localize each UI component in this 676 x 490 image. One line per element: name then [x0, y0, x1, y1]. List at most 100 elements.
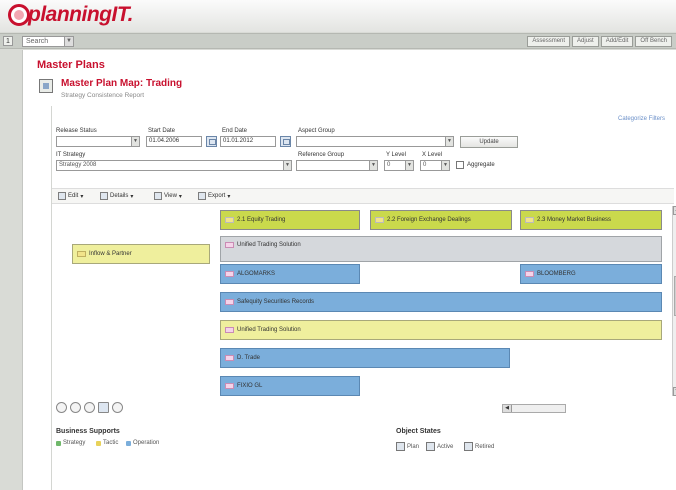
- legend-dot: [126, 440, 131, 446]
- column-money-market[interactable]: 2.3 Money Market Business: [520, 210, 662, 230]
- edit-menu[interactable]: Edit ▾: [58, 192, 83, 200]
- zoom-in-icon[interactable]: [56, 402, 67, 413]
- application-label: D. Trade: [237, 355, 261, 361]
- column-icon: [525, 217, 534, 223]
- aspect-group-label: Aspect Group: [298, 128, 335, 134]
- nav-search-select[interactable]: Search ▼: [22, 36, 74, 47]
- chevron-down-icon: ▼: [369, 161, 377, 170]
- x-level-value: 0: [423, 162, 427, 168]
- nav-link-adjust[interactable]: Adjust: [572, 36, 599, 47]
- business-supports-title: Business Supports: [56, 428, 120, 435]
- application-unified-trading-solution[interactable]: Unified Trading Solution: [220, 320, 662, 340]
- navigation-strip: 1 Search ▼ Assessment Adjust Add/Edit Of…: [0, 33, 676, 49]
- aspect-group-select[interactable]: ▼: [296, 136, 454, 147]
- chevron-down-icon: ▼: [445, 137, 453, 146]
- application-algomarks[interactable]: ALGOMARKS: [220, 264, 360, 284]
- y-level-value: 0: [387, 162, 391, 168]
- application-icon: [225, 271, 234, 277]
- x-level-select[interactable]: 0 ▼: [420, 160, 450, 171]
- nav-link-add-edit[interactable]: Add/Edit: [600, 36, 634, 47]
- report-subtitle: Strategy Consistence Report: [61, 92, 145, 99]
- aggregate-checkbox[interactable]: [456, 161, 464, 169]
- export-icon: [198, 192, 206, 200]
- map-zoom-tools: [56, 402, 123, 413]
- chevron-down-icon: ▼: [64, 37, 73, 46]
- app-header: planningIT.: [0, 0, 676, 32]
- application-label: Unified Trading Solution: [237, 242, 301, 248]
- application-label: Safequity Securities Records: [237, 299, 315, 305]
- map-toolbar: Edit ▾ Details ▾ View ▾ Export ▾: [52, 188, 674, 204]
- start-date-input[interactable]: 01.04.2006: [146, 136, 202, 147]
- view-label: View: [164, 193, 177, 199]
- chevron-down-icon: ▼: [131, 137, 139, 146]
- scroll-left-icon[interactable]: ◀: [503, 405, 512, 412]
- application-fixio-gl[interactable]: FIXIO GL: [220, 376, 360, 396]
- main-content: Master Plans Master Plan Map: Trading St…: [22, 50, 676, 490]
- calendar-icon[interactable]: [280, 136, 291, 147]
- legend-retired: Retired: [464, 442, 494, 451]
- nav-link-off-bench[interactable]: Off Bench: [635, 36, 672, 47]
- it-strategy-select[interactable]: Strategy 2008 ▼: [56, 160, 292, 171]
- application-label: ALGOMARKS: [237, 271, 276, 277]
- legend-dot: [96, 440, 101, 446]
- it-strategy-label: IT Strategy: [56, 152, 86, 158]
- report-panel: Categorize Filters Release Status ▼ Star…: [51, 106, 676, 490]
- plan-state-icon: [396, 442, 405, 451]
- page-title: Master Plans: [37, 59, 105, 71]
- reset-view-icon[interactable]: [112, 402, 123, 413]
- end-date-input[interactable]: 01.01.2012: [220, 136, 276, 147]
- details-menu[interactable]: Details ▾: [100, 192, 133, 200]
- legend-dot: [56, 440, 61, 446]
- view-icon: [154, 192, 162, 200]
- map-vertical-scrollbar[interactable]: ▲ ▼: [672, 206, 676, 396]
- app-logo: planningIT.: [28, 3, 133, 26]
- nav-link-assessment[interactable]: Assessment: [527, 36, 571, 47]
- export-label: Export: [208, 193, 226, 199]
- zoom-out-icon[interactable]: [70, 402, 81, 413]
- legend-label: Plan: [407, 443, 420, 450]
- application-icon: [525, 271, 534, 277]
- nav-number-button[interactable]: 1: [3, 36, 13, 46]
- unified-trading-solution-group[interactable]: Unified Trading Solution: [220, 236, 662, 262]
- chevron-down-icon: ▼: [441, 161, 449, 170]
- x-level-label: X Level: [422, 152, 443, 158]
- calendar-icon[interactable]: [206, 136, 217, 147]
- nav-links: Assessment Adjust Add/Edit Off Bench: [527, 36, 672, 47]
- legend-strategy: Strategy: [56, 440, 85, 446]
- application-bloomberg[interactable]: BLOOMBERG: [520, 264, 662, 284]
- application-d-trade[interactable]: D. Trade: [220, 348, 510, 368]
- start-date-label: Start Date: [148, 128, 176, 134]
- column-foreign-exchange[interactable]: 2.2 Foreign Exchange Dealings: [370, 210, 512, 230]
- legend-label: Strategy: [63, 440, 86, 446]
- map-horizontal-scrollbar[interactable]: ◀: [502, 404, 566, 413]
- chevron-down-icon: ▼: [405, 161, 413, 170]
- report-title: Master Plan Map: Trading: [61, 78, 183, 89]
- column-equity-trading[interactable]: 2.1 Equity Trading: [220, 210, 360, 230]
- row-inflow-partner[interactable]: Inflow & Partner: [72, 244, 210, 264]
- release-status-select[interactable]: ▼: [56, 136, 140, 147]
- application-icon: [225, 242, 234, 248]
- retired-state-icon: [464, 442, 473, 451]
- it-strategy-value: Strategy 2008: [59, 162, 97, 168]
- legend-tactic: Tactic: [96, 440, 118, 446]
- export-menu[interactable]: Export ▾: [198, 192, 230, 200]
- nav-search-select-value: Search: [26, 38, 49, 45]
- legend-label: Retired: [475, 443, 495, 450]
- active-state-icon: [426, 442, 435, 451]
- legend-operation: Operation: [126, 440, 159, 446]
- application-safequity[interactable]: Safequity Securities Records: [220, 292, 662, 312]
- update-button[interactable]: Update: [460, 136, 518, 148]
- application-icon: [225, 327, 234, 333]
- application-label: BLOOMBERG: [537, 271, 576, 277]
- legend-label: Operation: [133, 440, 160, 446]
- search-icon[interactable]: [84, 402, 95, 413]
- categorize-filters-link[interactable]: Categorize Filters: [618, 116, 665, 122]
- y-level-select[interactable]: 0 ▼: [384, 160, 414, 171]
- row-icon: [77, 251, 86, 257]
- column-label: 2.3 Money Market Business: [537, 217, 612, 223]
- report-toggle-icon[interactable]: [39, 79, 53, 93]
- reference-group-select[interactable]: ▼: [296, 160, 378, 171]
- view-menu[interactable]: View ▾: [154, 192, 182, 200]
- object-states-title: Object States: [396, 428, 441, 435]
- fit-to-screen-icon[interactable]: [98, 402, 109, 413]
